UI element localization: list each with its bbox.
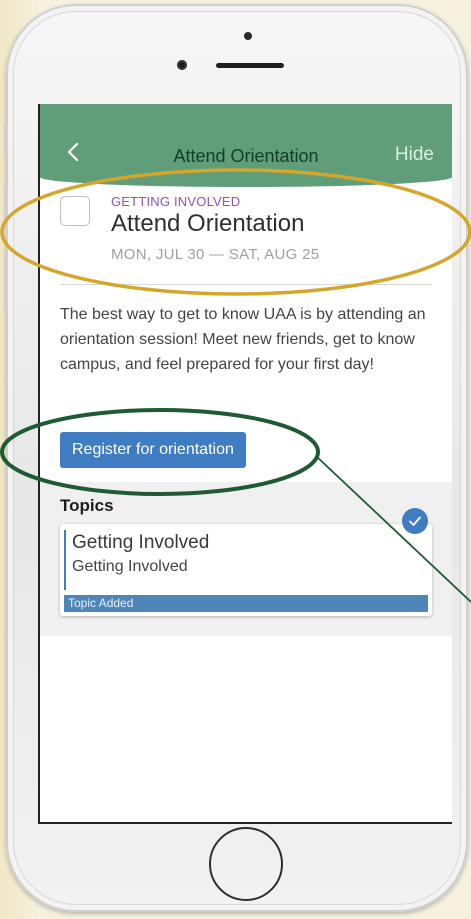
app-screen: Attend Orientation Hide GETTING INVOLVED… — [38, 104, 452, 824]
sensor-dot — [244, 32, 252, 40]
task-title: Attend Orientation — [111, 210, 305, 237]
side-button — [4, 124, 8, 154]
topic-accent-bar — [64, 530, 66, 590]
hide-button[interactable]: Hide — [395, 144, 434, 166]
topics-section: Topics Getting Involved Getting Involved… — [40, 482, 452, 636]
topic-title: Getting Involved — [72, 532, 210, 553]
task-complete-checkbox[interactable] — [60, 196, 90, 226]
register-for-orientation-button[interactable]: Register for orientation — [60, 432, 246, 468]
topic-added-badge: Topic Added — [64, 595, 428, 612]
earpiece-speaker — [216, 63, 284, 68]
divider — [60, 284, 432, 285]
volume-down-button — [4, 254, 8, 312]
task-date-range: MON, JUL 30 — SAT, AUG 25 — [111, 246, 320, 263]
volume-up-button — [4, 184, 8, 242]
topic-subtitle: Getting Involved — [72, 558, 188, 575]
front-camera — [177, 60, 187, 70]
home-button[interactable] — [209, 827, 283, 901]
page-title: Attend Orientation — [173, 146, 319, 166]
topic-card[interactable]: Getting Involved Getting Involved Topic … — [60, 524, 432, 616]
topic-check-badge — [402, 508, 428, 534]
app-bar: Attend Orientation Hide — [40, 104, 452, 187]
task-category: GETTING INVOLVED — [111, 194, 241, 209]
checkmark-icon — [409, 516, 421, 526]
task-description: The best way to get to know UAA is by at… — [60, 306, 426, 373]
topics-heading: Topics — [60, 496, 114, 515]
